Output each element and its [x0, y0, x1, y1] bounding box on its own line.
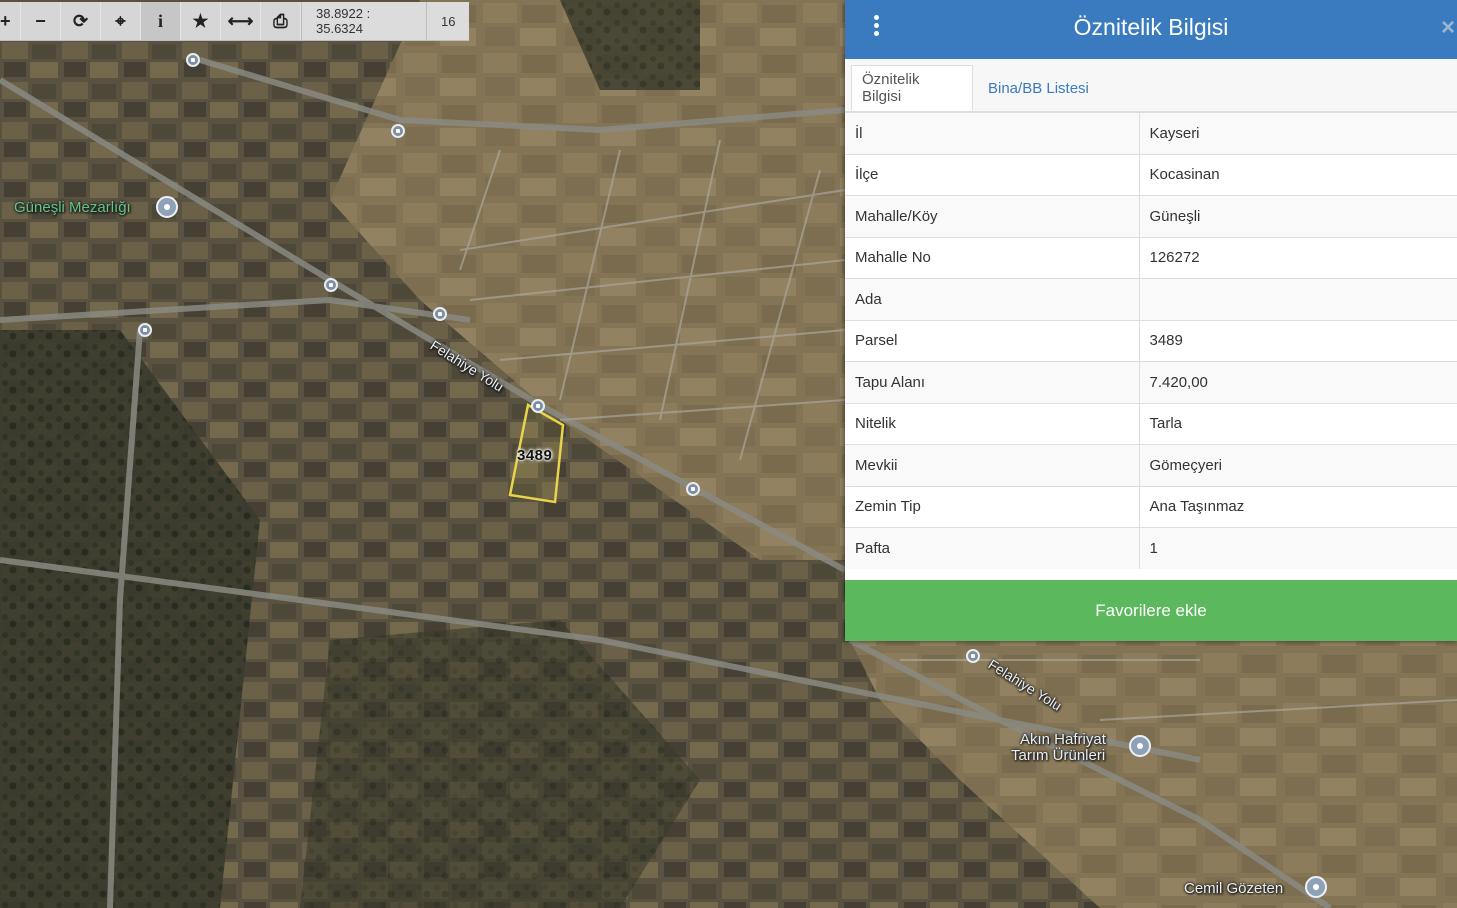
zoom-level-readout: 16	[426, 2, 470, 40]
table-row: Ada	[845, 278, 1457, 320]
zoom-out-icon[interactable]: −	[21, 2, 61, 40]
poi-label-line1[interactable]: Akın Hafriyat	[1020, 731, 1106, 748]
bus-stop-icon[interactable]	[324, 278, 338, 292]
table-row: Parsel 3489	[845, 319, 1457, 362]
info-icon[interactable]: i	[141, 2, 181, 40]
bus-stop-icon[interactable]	[186, 53, 200, 67]
locate-icon[interactable]: ⌖	[101, 2, 141, 40]
attribute-key: Zemin Tip	[845, 485, 1140, 528]
measure-icon[interactable]: ⟷	[221, 2, 261, 40]
close-icon[interactable]: ×	[1441, 14, 1455, 42]
panel-tabs: Öznitelik Bilgisi Bina/BB Listesi	[845, 59, 1457, 112]
table-row: İl Kayseri	[845, 112, 1457, 154]
table-row: Mahalle No 126272	[845, 236, 1457, 279]
attribute-value: 1	[1139, 527, 1457, 569]
attribute-value: Güneşli	[1139, 195, 1457, 237]
attribute-key: İl	[845, 112, 1140, 154]
attribute-key: İlçe	[845, 153, 1140, 196]
star-icon[interactable]: ★	[181, 2, 221, 40]
bus-stop-icon[interactable]	[686, 482, 700, 496]
person-pin-icon[interactable]	[1305, 876, 1327, 898]
attribute-key: Parsel	[845, 319, 1140, 362]
attribute-table: İl Kayseri İlçe Kocasinan Mahalle/Köy Güneşli…	[845, 112, 1457, 569]
panel-header: Öznitelik Bilgisi ×	[845, 0, 1457, 59]
attribute-value: 7.420,00	[1139, 361, 1457, 403]
attribute-value: Tarla	[1139, 402, 1457, 445]
cemetery-label[interactable]: Güneşli Mezarlığı	[14, 199, 131, 216]
attribute-value: 126272	[1139, 236, 1457, 279]
attribute-value: Ana Taşınmaz	[1139, 485, 1457, 528]
attribute-key: Ada	[845, 278, 1140, 320]
table-row: İlçe Kocasinan	[845, 153, 1457, 196]
table-row: Tapu Alanı 7.420,00	[845, 361, 1457, 403]
map-toolbar: + − ⟳ ⌖ i ★ ⟷ ⎙ 38.8922 : 35.6324 16	[0, 2, 470, 41]
parcel-number-label[interactable]: 3489	[517, 447, 552, 464]
poi-label-cemil[interactable]: Cemil Gözeten	[1184, 880, 1283, 897]
attribute-key: Nitelik	[845, 402, 1140, 445]
table-row: Pafta 1	[845, 527, 1457, 569]
table-row: Mahalle/Köy Güneşli	[845, 195, 1457, 237]
tab-attribute-info[interactable]: Öznitelik Bilgisi	[851, 65, 973, 111]
panel-title: Öznitelik Bilgisi	[1073, 14, 1229, 40]
bus-stop-icon[interactable]	[531, 399, 545, 413]
attribute-key: Mevkii	[845, 444, 1140, 486]
coordinates-readout: 38.8922 : 35.6324	[301, 2, 426, 40]
attribute-value: Kocasinan	[1139, 153, 1457, 196]
business-pin-icon[interactable]	[1129, 735, 1151, 757]
table-row: Zemin Tip Ana Taşınmaz	[845, 485, 1457, 528]
attribute-value: 3489	[1139, 319, 1457, 362]
attribute-key: Pafta	[845, 527, 1140, 569]
tab-building-list[interactable]: Bina/BB Listesi	[978, 65, 1099, 111]
attribute-value: Gömeçyeri	[1139, 444, 1457, 486]
table-row: Nitelik Tarla	[845, 402, 1457, 445]
cemetery-pin-icon[interactable]	[156, 196, 178, 218]
print-icon[interactable]: ⎙	[261, 2, 301, 40]
bus-stop-icon[interactable]	[433, 307, 447, 321]
refresh-icon[interactable]: ⟳	[61, 2, 101, 40]
bus-stop-icon[interactable]	[138, 323, 152, 337]
poi-label-line2[interactable]: Tarım Ürünleri	[1011, 747, 1105, 764]
attribute-key: Tapu Alanı	[845, 361, 1140, 403]
attribute-value: Kayseri	[1139, 112, 1457, 154]
attribute-panel: Öznitelik Bilgisi × Öznitelik Bilgisi Bi…	[845, 0, 1457, 641]
zoom-in-icon[interactable]: +	[0, 2, 21, 40]
attribute-key: Mahalle No	[845, 236, 1140, 279]
attribute-value	[1139, 278, 1457, 320]
add-to-favorites-button[interactable]: Favorilere ekle	[845, 580, 1457, 641]
bus-stop-icon[interactable]	[391, 124, 405, 138]
bus-stop-icon[interactable]	[966, 649, 980, 663]
table-row: Mevkii Gömeçyeri	[845, 444, 1457, 486]
attribute-key: Mahalle/Köy	[845, 195, 1140, 237]
